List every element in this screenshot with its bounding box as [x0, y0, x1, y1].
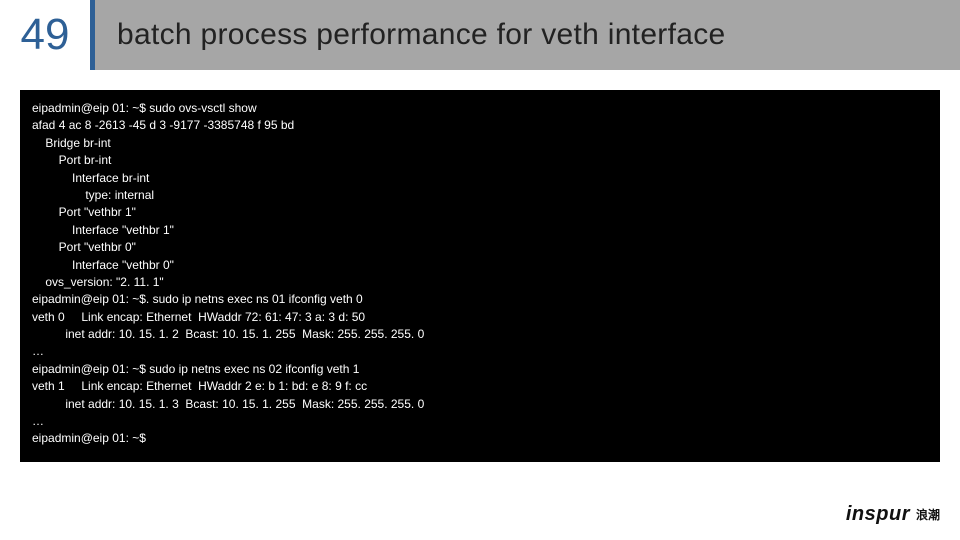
footer-logo: inspur 浪潮 [846, 503, 940, 526]
logo-text: inspur [846, 503, 910, 526]
slide-number: 49 [0, 0, 95, 70]
slide-header: 49 batch process performance for veth in… [0, 0, 960, 70]
logo-cn: 浪潮 [916, 506, 940, 523]
slide-title: batch process performance for veth inter… [95, 0, 960, 70]
terminal-output: eipadmin@eip 01: ~$ sudo ovs-vsctl show … [20, 90, 940, 462]
